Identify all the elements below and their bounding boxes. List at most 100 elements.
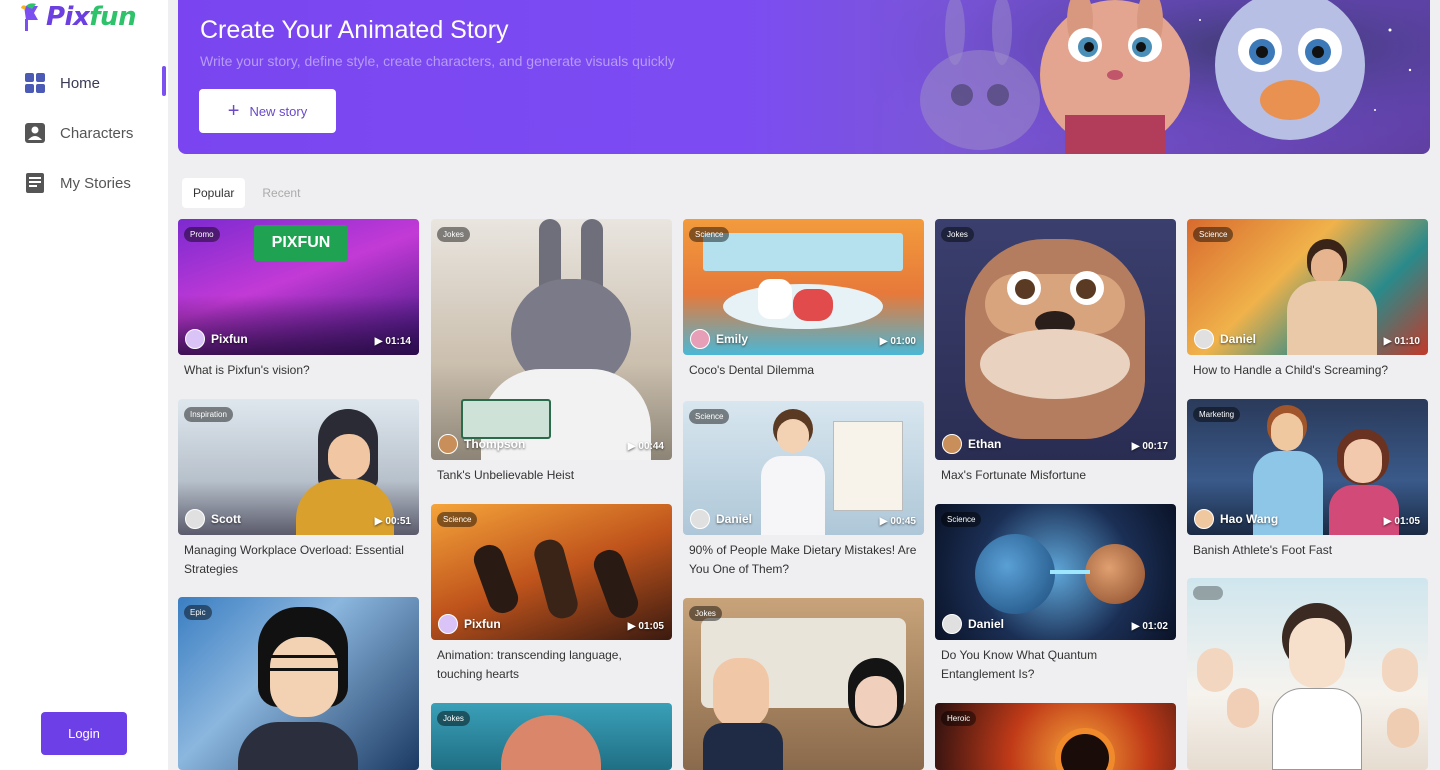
tab-recent[interactable]: Recent bbox=[251, 178, 311, 208]
story-thumbnail[interactable]: Marketing Hao Wang ▶ 01:05 bbox=[1187, 399, 1428, 535]
avatar bbox=[1194, 329, 1214, 349]
story-title[interactable]: Max's Fortunate Misfortune bbox=[935, 460, 1176, 485]
author-info: Scott bbox=[185, 509, 241, 529]
thumbnail-sign-art: PIXFUN bbox=[254, 225, 348, 261]
category-badge: Science bbox=[689, 409, 730, 424]
duration: ▶ 01:02 bbox=[1132, 621, 1168, 632]
sidebar-item-characters[interactable]: Characters bbox=[0, 108, 168, 158]
author-name: Daniel bbox=[968, 617, 1005, 631]
author-info: Thompson bbox=[438, 434, 525, 454]
story-card[interactable]: Science Pixfun ▶ 01:05 Animation: transce… bbox=[431, 504, 672, 684]
duration-text: 01:10 bbox=[1394, 336, 1420, 347]
category-badge: Jokes bbox=[437, 227, 470, 242]
category-badge: Science bbox=[437, 512, 478, 527]
play-icon: ▶ bbox=[1131, 441, 1140, 452]
story-title[interactable]: Animation: transcending language, touchi… bbox=[431, 640, 672, 684]
story-thumbnail[interactable]: Science Daniel ▶ 01:02 bbox=[935, 504, 1176, 640]
story-title[interactable]: Do You Know What Quantum Entanglement Is… bbox=[935, 640, 1176, 684]
story-card[interactable]: Jokes Ethan ▶ 00:17 Max's Fortunate Misfo… bbox=[935, 219, 1176, 485]
story-thumbnail[interactable]: Jokes bbox=[683, 598, 924, 770]
author-name: Ethan bbox=[968, 437, 1002, 451]
duration-text: 01:05 bbox=[1394, 516, 1420, 527]
story-title[interactable]: Coco's Dental Dilemma bbox=[683, 355, 924, 380]
duration: ▶ 00:51 bbox=[375, 516, 411, 527]
story-card[interactable]: Inspiration Scott ▶ 00:51 Managing Workpl… bbox=[178, 399, 419, 579]
story-thumbnail[interactable]: Science Daniel ▶ 00:45 bbox=[683, 401, 924, 535]
story-card[interactable]: Science Emily ▶ 01:00 Coco's Dental Dilem… bbox=[683, 219, 924, 380]
story-thumbnail[interactable]: Epic bbox=[178, 597, 419, 770]
story-card[interactable]: Marketing Hao Wang ▶ 01:05 Banish Athlete… bbox=[1187, 399, 1428, 560]
tab-popular[interactable]: Popular bbox=[182, 178, 246, 208]
avatar bbox=[942, 614, 962, 634]
play-icon: ▶ bbox=[374, 516, 383, 527]
story-thumbnail[interactable]: PIXFUN Promo Pixfun ▶ 01:14 bbox=[178, 219, 419, 355]
author-info: Ethan bbox=[942, 434, 1001, 454]
document-icon bbox=[24, 172, 46, 194]
duration: ▶ 00:44 bbox=[628, 441, 664, 452]
author-name: Thompson bbox=[464, 437, 526, 451]
story-thumbnail[interactable]: Jokes Thompson ▶ 00:44 bbox=[431, 219, 672, 460]
story-card[interactable]: Science Daniel ▶ 01:10 How to Handle a Ch… bbox=[1187, 219, 1428, 380]
logo[interactable]: Pixfun bbox=[20, 2, 137, 32]
login-button[interactable]: Login bbox=[41, 712, 127, 755]
author-info: Daniel bbox=[690, 509, 752, 529]
category-badge: Epic bbox=[184, 605, 212, 620]
new-story-label: New story bbox=[249, 103, 308, 119]
category-badge: Science bbox=[1193, 227, 1234, 242]
sidebar-item-label: My Stories bbox=[60, 174, 131, 192]
logo-text-fun: fun bbox=[89, 2, 137, 32]
hero-title: Create Your Animated Story bbox=[200, 16, 509, 44]
story-thumbnail[interactable]: Science Emily ▶ 01:00 bbox=[683, 219, 924, 355]
story-card[interactable]: Jokes bbox=[431, 703, 672, 770]
play-icon: ▶ bbox=[374, 336, 383, 347]
sidebar-item-home[interactable]: Home bbox=[0, 58, 168, 108]
story-card[interactable]: Jokes Thompson ▶ 00:44 Tank's Unbelievabl… bbox=[431, 219, 672, 485]
story-thumbnail[interactable]: Jokes bbox=[431, 703, 672, 770]
author-name: Pixfun bbox=[464, 617, 501, 631]
story-title[interactable]: 90% of People Make Dietary Mistakes! Are… bbox=[683, 535, 924, 579]
duration-text: 00:44 bbox=[638, 441, 664, 452]
story-thumbnail[interactable]: Science Pixfun ▶ 01:05 bbox=[431, 504, 672, 640]
story-card[interactable] bbox=[1187, 578, 1428, 770]
sidebar-item-label: Characters bbox=[60, 124, 134, 142]
hero-banner: Create Your Animated Story Write your st… bbox=[178, 0, 1430, 154]
story-title[interactable]: Tank's Unbelievable Heist bbox=[431, 460, 672, 485]
author-name: Daniel bbox=[1220, 332, 1257, 346]
play-icon: ▶ bbox=[1131, 621, 1140, 632]
category-badge: Inspiration bbox=[184, 407, 233, 422]
avatar bbox=[438, 614, 458, 634]
story-thumbnail[interactable]: Heroic bbox=[935, 703, 1176, 770]
author-info: Daniel bbox=[1194, 329, 1256, 349]
story-card[interactable]: Science Daniel ▶ 01:02 Do You Know What Q… bbox=[935, 504, 1176, 684]
category-badge: Heroic bbox=[941, 711, 977, 726]
story-thumbnail[interactable]: Jokes Ethan ▶ 00:17 bbox=[935, 219, 1176, 460]
duration-text: 00:45 bbox=[890, 516, 916, 527]
category-badge: Marketing bbox=[1193, 407, 1241, 422]
author-name: Daniel bbox=[716, 512, 753, 526]
story-thumbnail[interactable]: Science Daniel ▶ 01:10 bbox=[1187, 219, 1428, 355]
story-thumbnail[interactable] bbox=[1187, 578, 1428, 770]
author-info: Pixfun bbox=[438, 614, 501, 634]
story-card[interactable]: PIXFUN Promo Pixfun ▶ 01:14 What is Pixfu… bbox=[178, 219, 419, 380]
duration: ▶ 01:00 bbox=[880, 336, 916, 347]
duration-text: 00:51 bbox=[385, 516, 411, 527]
story-card[interactable]: Heroic bbox=[935, 703, 1176, 770]
story-title[interactable]: How to Handle a Child's Screaming? bbox=[1187, 355, 1428, 380]
story-title[interactable]: Banish Athlete's Foot Fast bbox=[1187, 535, 1428, 560]
story-card[interactable]: Science Daniel ▶ 00:45 90% of People Make… bbox=[683, 401, 924, 579]
duration-text: 01:05 bbox=[638, 621, 664, 632]
new-story-button[interactable]: + New story bbox=[199, 89, 336, 133]
story-card[interactable]: Jokes bbox=[683, 598, 924, 770]
sidebar: Pixfun Home Characters My Stories Login bbox=[0, 0, 168, 770]
sidebar-item-my-stories[interactable]: My Stories bbox=[0, 158, 168, 208]
story-thumbnail[interactable]: Inspiration Scott ▶ 00:51 bbox=[178, 399, 419, 535]
category-badge: Science bbox=[689, 227, 730, 242]
story-title[interactable]: What is Pixfun's vision? bbox=[178, 355, 419, 380]
play-icon: ▶ bbox=[1383, 336, 1392, 347]
play-icon: ▶ bbox=[627, 621, 636, 632]
category-badge: Jokes bbox=[437, 711, 470, 726]
author-name: Hao Wang bbox=[1220, 512, 1279, 526]
play-icon: ▶ bbox=[627, 441, 636, 452]
story-card[interactable]: Epic bbox=[178, 597, 419, 770]
story-title[interactable]: Managing Workplace Overload: Essential S… bbox=[178, 535, 419, 579]
